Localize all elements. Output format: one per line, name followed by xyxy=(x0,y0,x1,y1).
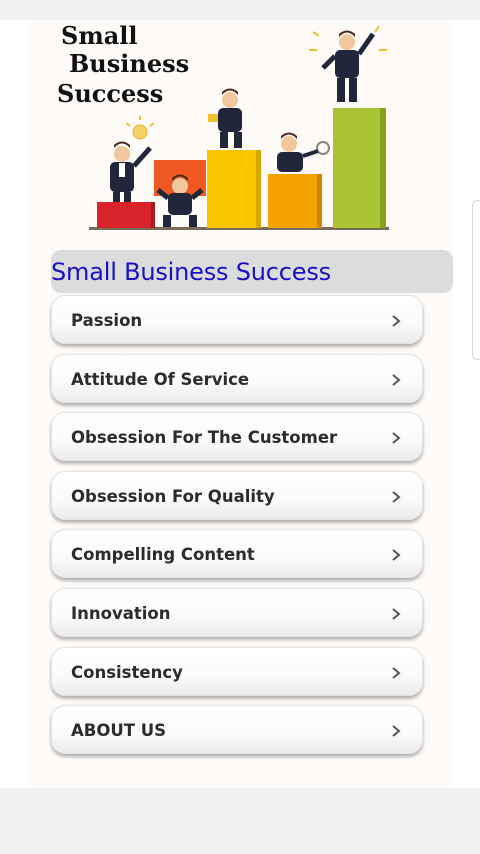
menu-item-label: Consistency xyxy=(71,662,183,682)
left-margin xyxy=(0,20,27,788)
menu-list: Passion Attitude Of Service Obsession Fo… xyxy=(51,295,425,764)
right-margin xyxy=(453,20,480,788)
menu-item-about-us[interactable]: ABOUT US xyxy=(51,705,423,755)
side-drawer-handle[interactable] xyxy=(472,200,480,360)
chevron-right-icon xyxy=(392,608,401,620)
banner-title-line3: Success xyxy=(57,79,163,108)
banner-title-line1: Small xyxy=(61,21,138,50)
menu-item-label: Innovation xyxy=(71,603,171,623)
section-header: Small Business Success xyxy=(51,250,453,293)
menu-item-label: Obsession For The Customer xyxy=(71,428,338,448)
menu-item-obsession-for-the-customer[interactable]: Obsession For The Customer xyxy=(51,412,423,462)
menu-item-obsession-for-quality[interactable]: Obsession For Quality xyxy=(51,470,423,520)
menu-item-label: Compelling Content xyxy=(71,545,255,565)
chevron-right-icon xyxy=(392,491,401,503)
menu-item-label: Obsession For Quality xyxy=(71,486,275,506)
menu-item-passion[interactable]: Passion xyxy=(51,295,423,344)
banner-image: Small Business Success xyxy=(27,20,453,242)
menu-item-attitude-of-service[interactable]: Attitude Of Service xyxy=(51,353,423,403)
menu-item-label: Passion xyxy=(71,311,143,330)
chevron-right-icon xyxy=(392,725,401,737)
chevron-right-icon xyxy=(392,432,401,444)
banner-title-line2: Business xyxy=(69,49,189,78)
chevron-right-icon xyxy=(392,315,401,327)
chevron-right-icon xyxy=(392,549,401,562)
menu-item-label: Attitude Of Service xyxy=(71,369,250,389)
menu-item-consistency[interactable]: Consistency xyxy=(51,646,423,696)
chevron-right-icon xyxy=(392,373,401,386)
chevron-right-icon xyxy=(392,666,401,679)
menu-item-label: ABOUT US xyxy=(71,721,167,741)
menu-item-innovation[interactable]: Innovation xyxy=(51,587,423,637)
menu-item-compelling-content[interactable]: Compelling Content xyxy=(51,529,423,579)
section-title: Small Business Success xyxy=(51,257,331,286)
